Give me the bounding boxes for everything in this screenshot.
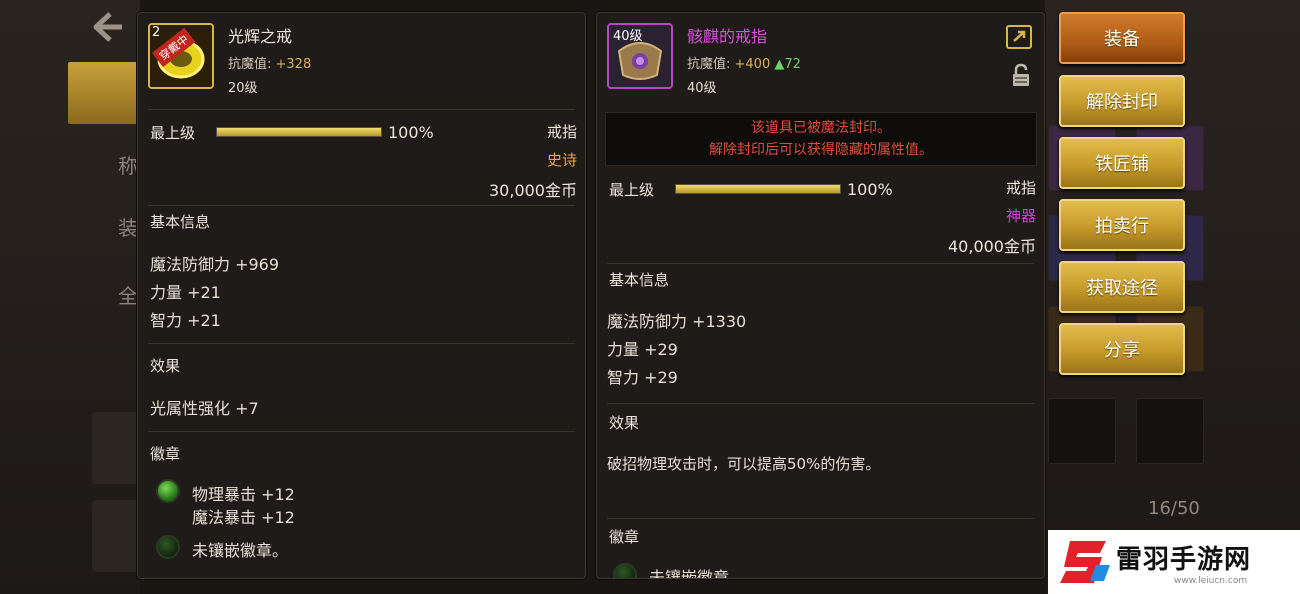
item2-resist: 抗魔值: +400 ▲72: [687, 57, 801, 72]
item1-grade-label: 最上级: [150, 124, 196, 142]
item1-stat: 力量 +21: [150, 283, 221, 302]
left-tab-label[interactable]: 称: [118, 150, 138, 179]
item1-icon: 2 穿戴中: [148, 23, 214, 89]
back-arrow-icon[interactable]: [88, 10, 128, 44]
item2-grade-percent: 100%: [847, 180, 893, 199]
gem-icon: [613, 563, 637, 578]
inventory-slot[interactable]: [1136, 398, 1204, 464]
item2-rarity: 神器: [1005, 207, 1036, 225]
equipped-item-panel: 2 穿戴中 光辉之戒 抗魔值: +328 20级 最上级 100% 戒指 史诗 …: [137, 12, 586, 579]
left-card[interactable]: [92, 412, 140, 484]
item2-effect-title: 效果: [609, 414, 640, 432]
watermark-title: 雷羽手游网: [1116, 544, 1252, 575]
equip-button[interactable]: 装备: [1059, 12, 1185, 64]
site-watermark: 雷羽手游网 www.leiucn.com: [1048, 530, 1300, 594]
obtain-route-button[interactable]: 获取途径: [1059, 261, 1185, 313]
item1-stat: 智力 +21: [150, 311, 221, 330]
item1-stat: 魔法防御力 +969: [150, 255, 280, 274]
unseal-button[interactable]: 解除封印: [1059, 75, 1185, 127]
item2-basic-title: 基本信息: [609, 271, 670, 289]
item2-stat: 魔法防御力 +1330: [607, 312, 747, 331]
item2-stat: 力量 +29: [607, 340, 678, 359]
share-button[interactable]: 分享: [1059, 323, 1185, 375]
item1-emblem-empty: 未镶嵌徽章。: [192, 541, 289, 560]
item1-emblem-line: 物理暴击 +12: [192, 485, 295, 504]
item1-name: 光辉之戒: [228, 27, 293, 46]
left-tab-label[interactable]: 装: [118, 212, 138, 241]
item2-level: 40级: [687, 81, 717, 96]
share-icon[interactable]: [1006, 25, 1032, 49]
seal-notice: 该道具已被魔法封印。 解除封印后可以获得隐藏的属性值。: [605, 112, 1037, 166]
item2-stat: 智力 +29: [607, 368, 678, 387]
auction-button[interactable]: 拍卖行: [1059, 199, 1185, 251]
item1-grade-bar: [216, 127, 382, 137]
item1-rarity: 史诗: [546, 151, 577, 169]
item1-grade-percent: 100%: [388, 123, 434, 142]
gem-icon: [156, 535, 180, 559]
item2-slot-type: 戒指: [1005, 179, 1036, 197]
item2-name: 骸麒的戒指: [687, 27, 768, 46]
gem-icon: [156, 479, 180, 503]
item1-icon-level: 2: [152, 25, 161, 40]
item2-grade-label: 最上级: [609, 181, 655, 199]
compare-item-panel: 40级 骸麒的戒指 抗魔值: +400 ▲72 40级 该道具已被魔法封印。 解…: [596, 12, 1045, 579]
left-tab-active[interactable]: [68, 62, 140, 124]
item2-grade-bar: [675, 184, 841, 194]
blacksmith-button[interactable]: 铁匠铺: [1059, 137, 1185, 189]
item1-emblem-title: 徽章: [150, 445, 181, 463]
left-card[interactable]: [92, 500, 140, 572]
item2-icon-level: 40级: [613, 29, 643, 44]
item1-effect-text: 光属性强化 +7: [150, 399, 259, 418]
item1-basic-title: 基本信息: [150, 213, 211, 231]
watermark-url: www.leiucn.com: [1174, 575, 1248, 586]
left-tab-label[interactable]: 全: [118, 280, 138, 309]
item2-price: 40,000金币: [948, 237, 1036, 256]
watermark-logo-icon: [1056, 535, 1116, 589]
item1-level: 20级: [228, 81, 258, 96]
item1-price: 30,000金币: [489, 181, 577, 200]
item1-slot-type: 戒指: [546, 123, 577, 141]
item1-effect-title: 效果: [150, 357, 181, 375]
inventory-counter: 16/50: [1148, 498, 1200, 519]
item1-resist: 抗魔值: +328: [228, 57, 312, 72]
item2-emblem-title: 徽章: [609, 528, 640, 546]
item2-emblem-empty: 未镶嵌徽章。: [649, 568, 746, 579]
item1-emblem-line: 魔法暴击 +12: [192, 508, 295, 527]
item2-icon: 40级: [607, 23, 673, 89]
item2-effect-text: 破招物理攻击时，可以提高50%的伤害。: [607, 455, 881, 473]
inventory-slot[interactable]: [1048, 398, 1116, 464]
lock-icon: [1012, 63, 1030, 87]
